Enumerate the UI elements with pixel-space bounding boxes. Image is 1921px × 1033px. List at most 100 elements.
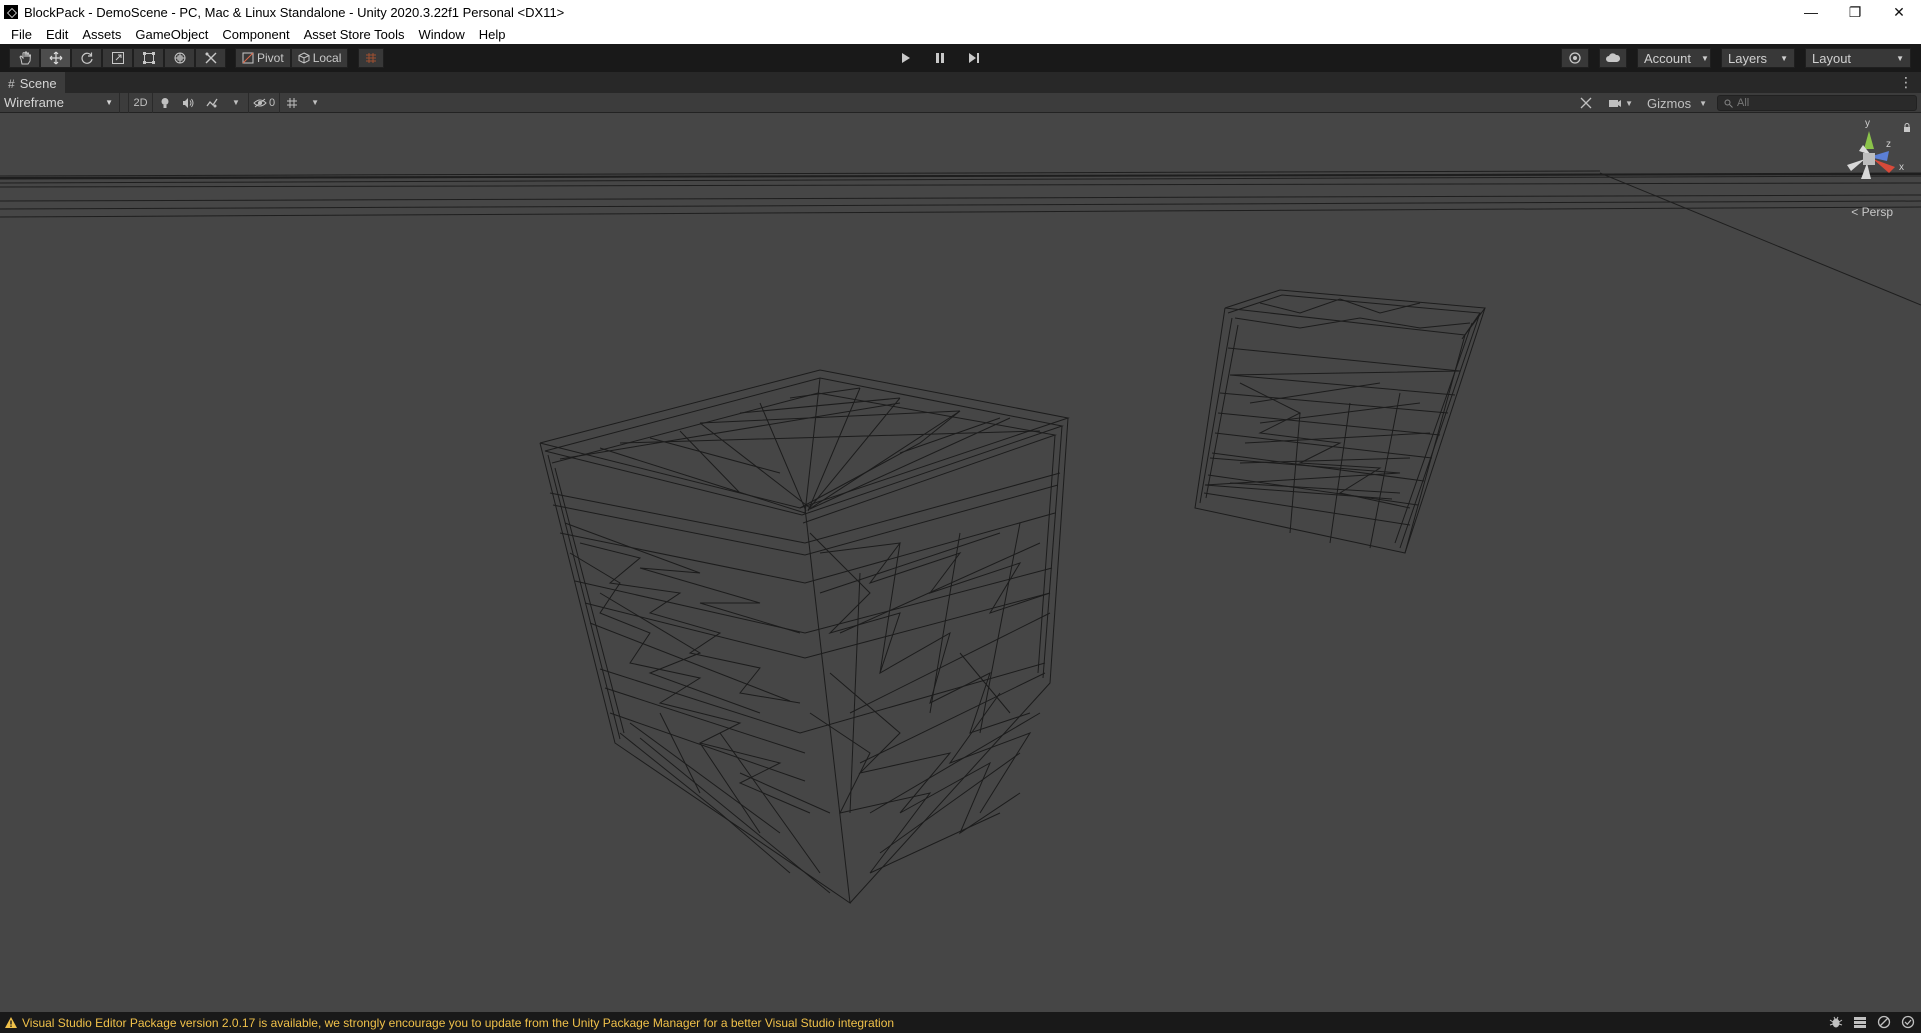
- menu-edit[interactable]: Edit: [39, 27, 75, 42]
- editor-tools-button[interactable]: [1574, 93, 1598, 113]
- restore-button[interactable]: ❐: [1833, 0, 1877, 24]
- lock-icon[interactable]: [1903, 123, 1911, 133]
- hand-tool-button[interactable]: [9, 48, 40, 68]
- scene-visibility-toggle[interactable]: 0: [248, 92, 279, 113]
- scene-tab-bar: # Scene ⋮: [0, 72, 1921, 93]
- projection-toggle[interactable]: < Persp: [1851, 205, 1893, 219]
- rotate-tool-button[interactable]: [71, 48, 102, 68]
- effects-dropdown[interactable]: ▼: [224, 93, 248, 113]
- account-label: Account: [1644, 50, 1691, 66]
- chevron-down-icon: ▼: [311, 98, 320, 107]
- projection-label: Persp: [1861, 205, 1893, 219]
- local-cube-icon: [298, 52, 310, 64]
- layers-dropdown[interactable]: Layers ▼: [1721, 48, 1795, 68]
- scene-lighting-toggle[interactable]: [152, 92, 176, 113]
- gizmo-y-label: y: [1865, 118, 1870, 129]
- gizmos-dropdown[interactable]: Gizmos ▼: [1643, 93, 1711, 113]
- status-bar[interactable]: Visual Studio Editor Package version 2.0…: [0, 1012, 1921, 1033]
- step-icon: [969, 53, 979, 63]
- progress-stack-icon[interactable]: [1853, 1015, 1867, 1029]
- menu-assets[interactable]: Assets: [75, 27, 128, 42]
- step-button[interactable]: [958, 48, 990, 68]
- local-button[interactable]: Local: [290, 48, 349, 68]
- chevron-down-icon: ▼: [105, 98, 113, 107]
- collab-cloud-button[interactable]: [1599, 48, 1627, 68]
- chevron-down-icon: ▼: [1780, 53, 1788, 63]
- close-button[interactable]: ✕: [1877, 0, 1921, 24]
- hidden-eye-icon: [253, 98, 267, 107]
- more-options-icon[interactable]: ⋮: [1899, 74, 1913, 91]
- unity-logo-icon: [4, 5, 18, 19]
- main-toolbar: Pivot Local Account ▼ Layers ▼ Layout ▼: [0, 44, 1921, 72]
- scene-tab-label: Scene: [19, 76, 57, 91]
- window-controls: — ❐ ✕: [1789, 0, 1921, 24]
- pivot-button[interactable]: Pivot: [235, 48, 291, 68]
- menu-help[interactable]: Help: [472, 27, 513, 42]
- rotate-icon: [81, 52, 93, 64]
- scene-grid-icon: #: [8, 76, 15, 91]
- cloud-icon: [1606, 53, 1621, 62]
- transform-tool-button[interactable]: [164, 48, 195, 68]
- tab-scene[interactable]: # Scene: [0, 72, 65, 93]
- layout-dropdown[interactable]: Layout ▼: [1805, 48, 1911, 68]
- grid-snap-button[interactable]: [358, 48, 385, 68]
- scale-tool-button[interactable]: [102, 48, 133, 68]
- account-dropdown[interactable]: Account ▼: [1637, 48, 1711, 68]
- camera-settings-button[interactable]: ▼: [1604, 93, 1637, 113]
- menu-gameobject[interactable]: GameObject: [128, 27, 215, 42]
- scale-icon: [111, 52, 124, 64]
- draw-mode-label: Wireframe: [4, 95, 64, 110]
- services-icon: [1569, 52, 1581, 64]
- combined-transform-icon: [174, 52, 185, 64]
- minimize-button[interactable]: —: [1789, 0, 1833, 24]
- gizmo-x-label: x: [1899, 162, 1904, 173]
- scene-search-input[interactable]: All: [1717, 95, 1917, 111]
- pivot-label: Pivot: [257, 51, 284, 65]
- grid-snap-icon: [366, 53, 377, 63]
- gizmo-neg-x-cone: [1847, 159, 1865, 171]
- scene-effects-toggle[interactable]: [200, 93, 224, 113]
- toggle-2d-button[interactable]: 2D: [128, 92, 152, 113]
- camera-icon: [1609, 100, 1622, 107]
- grid-toggle-button[interactable]: [279, 92, 303, 113]
- window-title: BlockPack - DemoScene - PC, Mac & Linux …: [24, 4, 565, 20]
- gizmo-x-cone: [1873, 159, 1895, 173]
- menu-component[interactable]: Component: [215, 27, 296, 42]
- grid-dropdown[interactable]: ▼: [303, 93, 327, 113]
- menu-bar: File Edit Assets GameObject Component As…: [0, 24, 1921, 44]
- custom-tool-button[interactable]: [195, 48, 226, 68]
- check-circle-icon[interactable]: [1901, 1015, 1915, 1029]
- hidden-count: 0: [269, 96, 276, 109]
- scene-audio-toggle[interactable]: [176, 93, 200, 113]
- menu-window[interactable]: Window: [412, 27, 472, 42]
- rect-tool-button[interactable]: [133, 48, 164, 68]
- search-placeholder: All: [1737, 97, 1750, 109]
- crate-wireframe-large: [539, 369, 1070, 905]
- transform-tools: [9, 48, 226, 68]
- warning-icon: [5, 1017, 17, 1028]
- debug-mode-icon[interactable]: [1877, 1015, 1891, 1029]
- scene-toolbar-right: ▼ Gizmos ▼ All: [1574, 93, 1917, 113]
- move-tool-button[interactable]: [40, 48, 71, 68]
- lightbulb-icon: [161, 97, 168, 108]
- speaker-icon: [183, 97, 194, 108]
- draw-mode-dropdown[interactable]: Wireframe ▼: [0, 92, 120, 113]
- chevron-down-icon: ▼: [232, 98, 240, 107]
- scene-orientation-gizmo[interactable]: y z x: [1841, 117, 1911, 197]
- hand-icon: [18, 51, 31, 65]
- layers-label: Layers: [1728, 50, 1768, 66]
- pause-button[interactable]: [924, 48, 956, 68]
- pivot-icon: [242, 52, 254, 64]
- menu-asset-store-tools[interactable]: Asset Store Tools: [297, 27, 412, 42]
- rect-transform-icon: [142, 52, 155, 64]
- bug-icon[interactable]: [1829, 1015, 1843, 1029]
- ground-plane-wireframe: [0, 170, 1921, 306]
- services-button[interactable]: [1561, 48, 1589, 68]
- menu-file[interactable]: File: [4, 27, 39, 42]
- gizmo-neg-y-cone: [1861, 163, 1871, 179]
- status-message: Visual Studio Editor Package version 2.0…: [22, 1015, 895, 1030]
- play-button[interactable]: [890, 48, 922, 68]
- scene-viewport[interactable]: y z x < Persp: [0, 113, 1921, 1012]
- scene-view-toolbar: Wireframe ▼ 2D ▼ 0 ▼ ▼ Gizmos ▼ All: [0, 92, 1921, 113]
- gizmo-center-cube: [1863, 153, 1875, 165]
